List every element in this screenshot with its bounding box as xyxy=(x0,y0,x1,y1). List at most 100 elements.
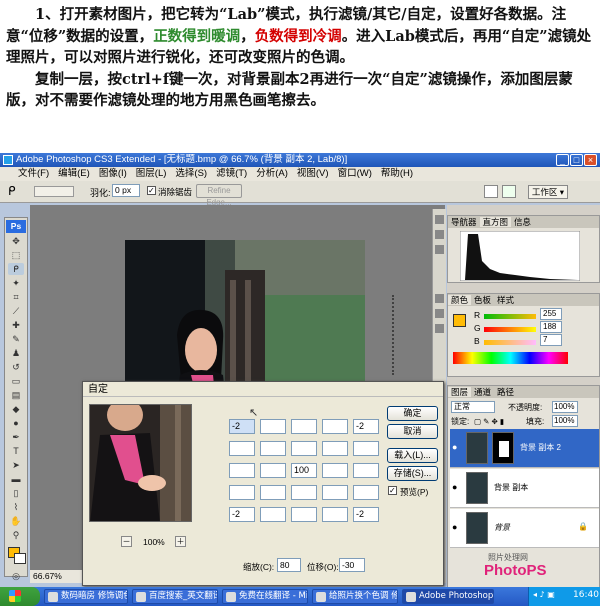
kernel-cell-4-2[interactable] xyxy=(260,485,286,500)
kernel-cell-3-4[interactable] xyxy=(322,463,348,478)
hand-tool-icon[interactable]: ✋ xyxy=(8,515,24,527)
kernel-cell-3-3[interactable]: 100 xyxy=(291,463,317,478)
crop-tool-icon[interactable]: ⌗ xyxy=(8,291,24,303)
kernel-cell-2-1[interactable] xyxy=(229,441,255,456)
taskbar-item-4[interactable]: 给照片换个色调 修... xyxy=(312,589,398,604)
blue-slider[interactable] xyxy=(484,340,536,345)
kernel-cell-1-4[interactable] xyxy=(322,419,348,434)
lock-icons[interactable]: ▢ ✎ ✥ ▮ xyxy=(474,417,504,426)
workspace-button[interactable]: 工作区 ▾ xyxy=(528,185,568,199)
shape-tool-icon[interactable]: ▬ xyxy=(8,473,24,485)
layer-row-bg-copy[interactable]: ● 背景 副本 xyxy=(450,469,599,508)
menu-window[interactable]: 窗口(W) xyxy=(338,168,372,179)
green-value[interactable]: 188 xyxy=(540,321,562,333)
lasso-icon[interactable]: ᑭ xyxy=(8,184,16,198)
notes-tool-icon[interactable]: ▯ xyxy=(8,487,24,499)
tab-styles[interactable]: 样式 xyxy=(494,295,517,305)
layer-row-bg-copy-2[interactable]: ● 背景 副本 2 xyxy=(450,429,599,468)
clone-stamp-icon[interactable]: ♟ xyxy=(8,347,24,359)
zoom-tool-icon[interactable]: ⚲ xyxy=(8,529,24,541)
marquee-tool-icon[interactable]: ⬚ xyxy=(8,249,24,261)
kernel-cell-3-1[interactable] xyxy=(229,463,255,478)
red-slider[interactable] xyxy=(484,314,536,319)
close-button[interactable]: × xyxy=(584,154,597,166)
scale-input[interactable]: 80 xyxy=(277,558,301,572)
brushes-dock-icon[interactable] xyxy=(435,309,444,318)
taskbar-item-photoshop[interactable]: Adobe Photoshop CS... xyxy=(402,589,494,604)
blend-mode-select[interactable]: 正常 xyxy=(451,401,495,413)
kernel-cell-1-1[interactable]: -2 xyxy=(229,419,255,434)
menu-select[interactable]: 选择(S) xyxy=(175,168,207,179)
tab-layers[interactable]: 图层 xyxy=(448,387,472,397)
tab-color[interactable]: 颜色 xyxy=(448,295,472,305)
kernel-cell-4-1[interactable] xyxy=(229,485,255,500)
tab-swatches[interactable]: 色板 xyxy=(471,295,494,305)
feather-input[interactable]: 0 px xyxy=(112,184,140,197)
kernel-cell-5-3[interactable] xyxy=(291,507,317,522)
menu-image[interactable]: 图像(I) xyxy=(99,168,127,179)
kernel-cell-2-3[interactable] xyxy=(291,441,317,456)
selection-mode-icons[interactable] xyxy=(34,186,74,197)
pen-tool-icon[interactable]: ✒ xyxy=(8,431,24,443)
history-brush-icon[interactable]: ↺ xyxy=(8,361,24,373)
color-panel-swatch[interactable] xyxy=(453,314,466,327)
lasso-tool-icon[interactable]: ᑭ xyxy=(8,263,24,275)
layer-row-background[interactable]: ● 背景 🔒 xyxy=(450,509,599,548)
kernel-cell-2-4[interactable] xyxy=(322,441,348,456)
preview-zoom-out-button[interactable]: － xyxy=(121,536,132,547)
kernel-cell-4-4[interactable] xyxy=(322,485,348,500)
green-slider[interactable] xyxy=(484,327,536,332)
blur-tool-icon[interactable]: ◆ xyxy=(8,403,24,415)
path-select-icon[interactable]: ➤ xyxy=(8,459,24,471)
kernel-cell-5-5[interactable]: -2 xyxy=(353,507,379,522)
kernel-cell-2-5[interactable] xyxy=(353,441,379,456)
kernel-cell-4-5[interactable] xyxy=(353,485,379,500)
cancel-button[interactable]: 取消 xyxy=(387,424,438,439)
kernel-cell-5-2[interactable] xyxy=(260,507,286,522)
navigator-dock-icon[interactable] xyxy=(435,215,444,224)
filter-preview[interactable] xyxy=(89,404,192,522)
eraser-tool-icon[interactable]: ▭ xyxy=(8,375,24,387)
menu-edit[interactable]: 编辑(E) xyxy=(58,168,90,179)
fill-input[interactable]: 100% xyxy=(552,415,578,427)
eyedropper-icon[interactable]: ⌇ xyxy=(8,501,24,513)
tab-histogram[interactable]: 直方图 xyxy=(479,217,512,227)
save-button[interactable]: 存储(S)... xyxy=(387,466,438,481)
preview-zoom-in-button[interactable]: ＋ xyxy=(175,536,186,547)
background-color-swatch[interactable] xyxy=(14,553,26,564)
brush-tool-icon[interactable]: ✎ xyxy=(8,333,24,345)
tab-paths[interactable]: 路径 xyxy=(494,387,517,397)
move-tool-icon[interactable]: ✥ xyxy=(8,235,24,247)
visibility-eye-icon[interactable]: ● xyxy=(452,442,457,452)
minimize-button[interactable]: _ xyxy=(556,154,569,166)
menu-analysis[interactable]: 分析(A) xyxy=(256,168,288,179)
kernel-cell-4-3[interactable] xyxy=(291,485,317,500)
color-spectrum-bar[interactable] xyxy=(453,352,568,364)
brush-palette-icon[interactable] xyxy=(484,185,498,198)
kernel-cell-3-2[interactable] xyxy=(260,463,286,478)
tab-info[interactable]: 信息 xyxy=(511,217,534,227)
type-tool-icon[interactable]: T xyxy=(8,445,24,457)
tool-presets-dock-icon[interactable] xyxy=(435,324,444,333)
kernel-cell-5-1[interactable]: -2 xyxy=(229,507,255,522)
antialias-checkbox[interactable]: ✓ xyxy=(147,186,156,195)
taskbar-item-3[interactable]: 免费在线翻译 - Micr... xyxy=(222,589,308,604)
start-button[interactable] xyxy=(0,587,40,606)
opacity-input[interactable]: 100% xyxy=(552,401,578,413)
taskbar-item-2[interactable]: 百度搜索_英文翻译... xyxy=(132,589,218,604)
maximize-button[interactable]: □ xyxy=(570,154,583,166)
layer-name[interactable]: 背景 xyxy=(494,522,510,533)
info-dock-icon[interactable] xyxy=(435,245,444,254)
layer-mask-thumbnail[interactable] xyxy=(492,432,514,464)
menu-file[interactable]: 文件(F) xyxy=(18,168,49,179)
tray-icons[interactable]: ◂ ♪ ▣ xyxy=(533,590,555,599)
docs-icon[interactable] xyxy=(502,185,516,198)
kernel-cell-1-2[interactable] xyxy=(260,419,286,434)
blue-value[interactable]: 7 xyxy=(540,334,562,346)
histogram-dock-icon[interactable] xyxy=(435,230,444,239)
visibility-eye-icon[interactable]: ● xyxy=(452,522,457,532)
magic-wand-tool-icon[interactable]: ✦ xyxy=(8,277,24,289)
ok-button[interactable]: 确定 xyxy=(387,406,438,421)
kernel-cell-5-4[interactable] xyxy=(322,507,348,522)
red-value[interactable]: 255 xyxy=(540,308,562,320)
